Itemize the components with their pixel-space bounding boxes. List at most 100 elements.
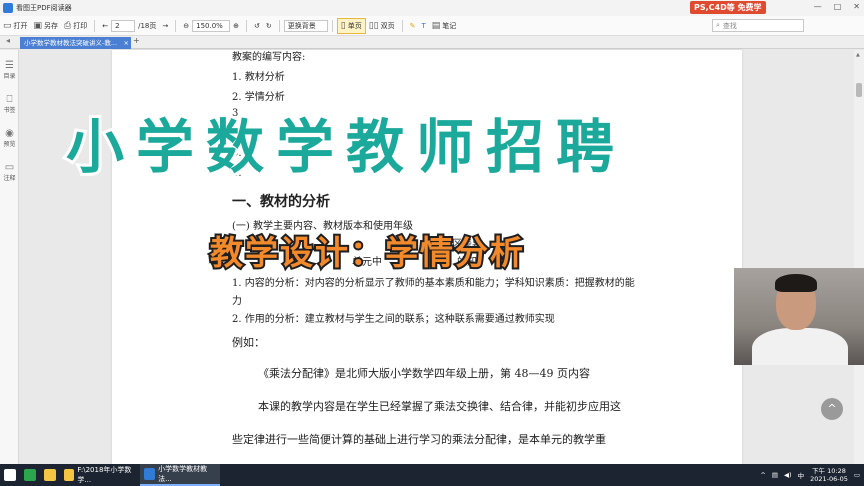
overlay-subtitle: 教学设计：学情分析 bbox=[208, 231, 525, 274]
prev-page-button[interactable]: ← bbox=[99, 18, 111, 34]
zoom-in-icon[interactable]: ⊕ bbox=[230, 18, 242, 34]
note-icon: ▤ bbox=[431, 20, 441, 31]
sidebar-preview-label: 预览 bbox=[3, 141, 16, 148]
notes-button[interactable]: ▤ 笔记 bbox=[429, 18, 460, 34]
taskbar-explorer[interactable]: F:\2018年小学数学... bbox=[60, 464, 140, 486]
presenter-body bbox=[752, 328, 848, 365]
zoom-select[interactable]: 150.0% bbox=[192, 19, 231, 32]
notification-icon[interactable]: ▭ bbox=[854, 471, 860, 479]
zoom-out-icon[interactable]: ⊖ bbox=[180, 18, 192, 34]
windows-icon bbox=[4, 469, 16, 481]
folder-icon bbox=[44, 469, 56, 481]
single-page-label: 单页 bbox=[347, 21, 362, 30]
search-placeholder: 查找 bbox=[722, 21, 737, 30]
doc-example-label: 例如： bbox=[232, 336, 265, 349]
left-sidebar: ☰ 目录 ⎕ 书签 ◉ 预览 ▭ 注释 bbox=[0, 50, 19, 464]
document-tab[interactable]: 小学数学教材教法突破讲义-教... × bbox=[20, 37, 131, 49]
highlighter-icon[interactable]: ✎ bbox=[407, 18, 419, 34]
title-bar: 看图王PDF阅读器 PS,C4D等 免费学 — □ ✕ bbox=[0, 0, 864, 16]
bookmark-icon: ⎕ bbox=[6, 94, 13, 105]
taskbar-app-2[interactable] bbox=[40, 464, 60, 486]
window-title: 看图王PDF阅读器 bbox=[16, 4, 72, 12]
search-icon: ⌕ bbox=[716, 21, 720, 29]
comment-icon: ▭ bbox=[4, 162, 15, 173]
doc-paragraph: 力 bbox=[232, 296, 242, 307]
doc-paragraph: 1. 内容的分析：对内容的分析显示了教师的基本素质和能力；学科知识素质：把握教材… bbox=[232, 278, 635, 289]
divider bbox=[175, 19, 177, 32]
sidebar-item-bookmark[interactable]: ⎕ 书签 bbox=[0, 94, 19, 114]
app-icon bbox=[24, 469, 36, 481]
sidebar-item-note[interactable]: ▭ 注释 bbox=[0, 162, 19, 182]
double-page-button[interactable]: ▯▯ 双页 bbox=[366, 18, 398, 34]
sidebar-toc-label: 目录 bbox=[3, 73, 16, 80]
page-total: /18页 bbox=[138, 21, 157, 30]
rotate-left-icon[interactable]: ↺ bbox=[251, 18, 263, 34]
volume-icon[interactable]: ◀) bbox=[784, 471, 792, 479]
system-tray: ^ ▤ ◀) 中 下午 10:28 2021-06-05 ▭ bbox=[760, 464, 860, 486]
doc-paragraph: 本课的教学内容是在学生已经掌握了乘法交换律、结合律，并能初步应用这 bbox=[258, 400, 621, 413]
rotate-right-icon[interactable]: ↻ bbox=[263, 18, 275, 34]
single-page-button[interactable]: ▯ 单页 bbox=[336, 17, 366, 34]
next-page-button[interactable]: → bbox=[159, 18, 171, 34]
double-page-label: 双页 bbox=[380, 21, 395, 30]
print-label: 打印 bbox=[73, 21, 88, 30]
doc-paragraph: 些定律进行一些简便计算的基础上进行学习的乘法分配律，是本单元的教学重 bbox=[232, 433, 606, 446]
new-tab-button[interactable]: + bbox=[133, 36, 140, 45]
clock-date: 2021-06-05 bbox=[810, 475, 848, 483]
close-button[interactable]: ✕ bbox=[853, 2, 860, 11]
presenter-hair bbox=[775, 274, 817, 292]
tab-close-button[interactable]: × bbox=[124, 37, 129, 49]
clock[interactable]: 下午 10:28 2021-06-05 bbox=[810, 467, 848, 483]
save-as-button[interactable]: ▣ 另存 bbox=[31, 18, 62, 34]
folder-icon: ▭ bbox=[3, 20, 12, 31]
background-select[interactable]: 更换背景 bbox=[283, 19, 328, 32]
doc-intro: 教案的编写内容: bbox=[232, 52, 306, 63]
divider bbox=[246, 19, 247, 32]
divider bbox=[331, 19, 333, 32]
sidebar-item-toc[interactable]: ☰ 目录 bbox=[0, 60, 19, 80]
overlay-title: 小学数学教师招聘 bbox=[63, 110, 627, 184]
toc-icon: ☰ bbox=[5, 60, 14, 71]
webcam-video bbox=[734, 268, 864, 365]
clock-time: 下午 10:28 bbox=[812, 467, 846, 475]
maximize-button[interactable]: □ bbox=[834, 2, 842, 11]
save-as-label: 另存 bbox=[44, 21, 59, 30]
back-to-top-button[interactable]: ^ bbox=[821, 398, 843, 420]
taskbar-pdf-reader[interactable]: 小学数学教材教法... bbox=[140, 464, 220, 486]
tab-bar: ◂ 小学数学教材教法突破讲义-教... × + bbox=[0, 36, 864, 49]
page-number-input[interactable]: 2 bbox=[111, 19, 136, 32]
open-button[interactable]: ▭ 打开 bbox=[0, 18, 31, 34]
print-button[interactable]: ⎙ 打印 bbox=[61, 18, 90, 34]
vertical-scrollbar[interactable]: ▲ bbox=[854, 50, 864, 464]
taskbar-app-1[interactable] bbox=[20, 464, 40, 486]
notes-label: 笔记 bbox=[442, 21, 457, 30]
divider bbox=[401, 19, 403, 32]
tray-chevron-icon[interactable]: ^ bbox=[760, 471, 765, 479]
app-logo-icon bbox=[3, 3, 13, 13]
folder-icon bbox=[64, 469, 75, 481]
doc-quote: 《乘法分配律》是北师大版小学数学四年级上册，第 48—49 页内容 bbox=[258, 367, 590, 380]
start-button[interactable] bbox=[0, 464, 20, 486]
sidebar-item-preview[interactable]: ◉ 预览 bbox=[0, 128, 19, 148]
eye-icon: ◉ bbox=[5, 128, 14, 139]
minimize-button[interactable]: — bbox=[814, 2, 822, 11]
network-icon[interactable]: ▤ bbox=[772, 471, 778, 479]
taskbar-item-label: 小学数学教材教法... bbox=[158, 465, 208, 483]
tab-scroll-left-icon[interactable]: ◂ bbox=[6, 36, 10, 45]
sidebar-note-label: 注释 bbox=[3, 175, 16, 182]
search-input[interactable]: ⌕ 查找 bbox=[712, 19, 804, 32]
printer-icon: ⎙ bbox=[64, 20, 72, 31]
taskbar: F:\2018年小学数学... 小学数学教材教法... ^ ▤ ◀) 中 下午 … bbox=[0, 464, 864, 486]
text-tool-icon[interactable]: T bbox=[418, 18, 428, 34]
tab-label: 小学数学教材教法突破讲义-教... bbox=[24, 39, 118, 47]
section-heading: 一、教材的分析 bbox=[232, 194, 330, 210]
pdf-icon bbox=[144, 468, 156, 480]
promo-badge[interactable]: PS,C4D等 免费学 bbox=[690, 1, 766, 14]
scroll-up-icon[interactable]: ▲ bbox=[856, 52, 860, 58]
ime-indicator[interactable]: 中 bbox=[798, 470, 805, 480]
scroll-thumb[interactable] bbox=[856, 83, 862, 97]
doc-list-item: 1. 教材分析 bbox=[232, 72, 285, 83]
doc-paragraph: 2. 作用的分析：建立教材与学生之间的联系；这种联系需要通过教师实现 bbox=[232, 314, 555, 325]
toolbar: ▭ 打开 ▣ 另存 ⎙ 打印 ← 2 /18页 → ⊖ 150.0% ⊕ ↺ ↻… bbox=[0, 16, 864, 36]
sidebar-bookmark-label: 书签 bbox=[3, 107, 16, 114]
